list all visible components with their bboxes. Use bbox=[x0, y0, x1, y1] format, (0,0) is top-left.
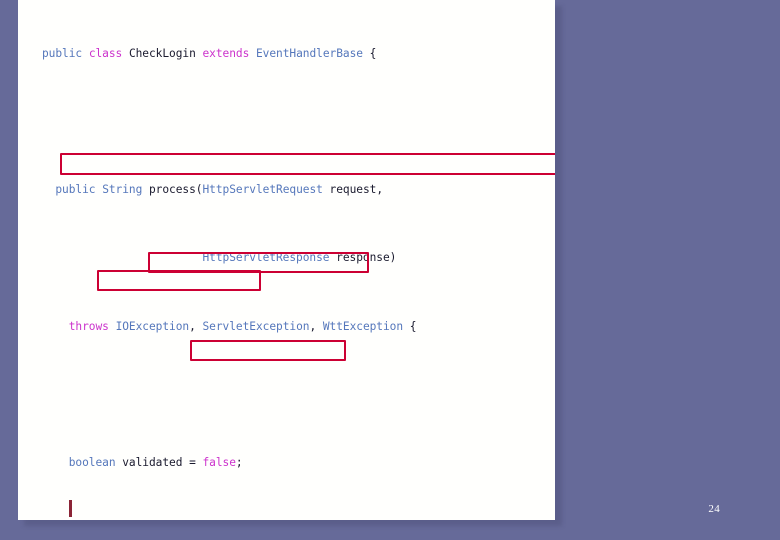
code-line: public class CheckLogin extends EventHan… bbox=[42, 47, 377, 61]
code-line: HttpServletResponse response) bbox=[202, 251, 397, 265]
code-line: boolean validated = false; bbox=[68, 455, 243, 469]
slide: public class CheckLogin extends EventHan… bbox=[0, 0, 780, 540]
text-caret bbox=[69, 500, 72, 517]
code-listing: public class CheckLogin extends EventHan… bbox=[18, 0, 555, 520]
code-panel: public class CheckLogin extends EventHan… bbox=[18, 0, 555, 520]
page-number: 24 bbox=[708, 503, 720, 515]
code-line: public String process(HttpServletRequest… bbox=[55, 183, 383, 197]
code-line: throws IOException, ServletException, Wt… bbox=[68, 319, 417, 333]
